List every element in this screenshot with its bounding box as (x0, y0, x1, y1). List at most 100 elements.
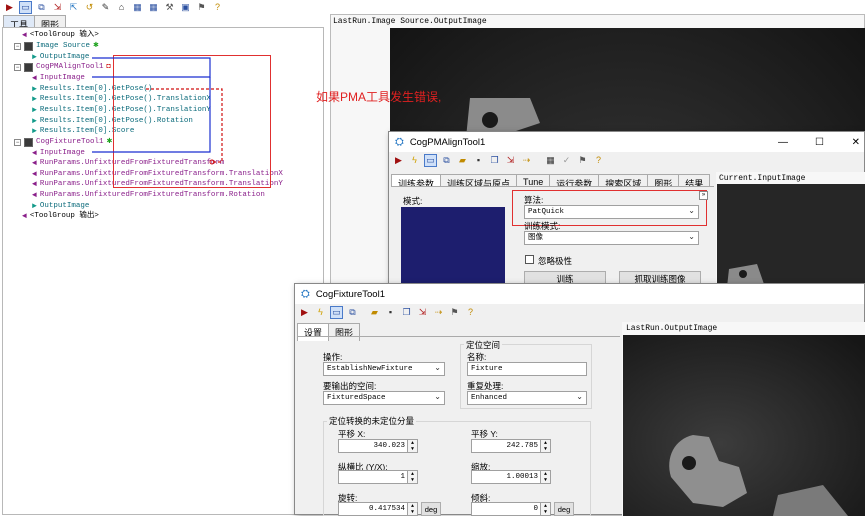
tree-item[interactable]: ◄ RunParams.UnfixturedFromFixturedTransfo… (32, 191, 265, 200)
error-highlight-box (113, 55, 271, 188)
grid-icon[interactable]: ▦ (131, 1, 144, 14)
save-icon[interactable]: ▪ (472, 154, 485, 167)
tools-icon[interactable]: ⚒ (163, 1, 176, 14)
spin-icon[interactable]: ▲ ▼ (407, 471, 417, 483)
tree-item[interactable]: ◄ InputImage (32, 149, 85, 158)
tree-item[interactable]: − Image Source ✱ (14, 42, 99, 51)
location-icon[interactable]: ⚑ (448, 306, 461, 319)
output-space-select[interactable]: FixturedSpace ⌄ (323, 391, 445, 405)
chevron-down-icon: ⌄ (576, 393, 583, 402)
scale-input[interactable]: 1.00013 ▲ ▼ (471, 470, 551, 484)
main-toolbar: ▶ ▭ ⧉ ⇲ ⇱ ↺ ✎ ⌂ ▦ ▦ ⚒ ▣ ⚑ ? (3, 1, 224, 14)
link-icon[interactable]: ⇢ (520, 154, 533, 167)
aspect-input[interactable]: 1 ▲ ▼ (338, 470, 418, 484)
fixture-window: ⛭ CogFixtureTool1 ▶ ϟ ▭ ⧉ ▰ ▪ ❐ ⇲ ⇢ ⚑ ? … (294, 283, 865, 516)
open-icon[interactable]: ▰ (368, 306, 381, 319)
check-icon[interactable]: ✓ (560, 154, 573, 167)
skew-unit-button[interactable]: deg (554, 502, 574, 516)
fixture-name-input[interactable]: Fixture (467, 362, 587, 376)
expand-icon[interactable]: − (14, 139, 21, 146)
output-arrow-icon: ► (32, 52, 37, 62)
edit-icon[interactable]: ⌂ (115, 1, 128, 14)
maximize-button[interactable]: ☐ (815, 137, 824, 148)
translation-y-input[interactable]: 242.785 ▲ ▼ (471, 439, 551, 453)
reset-icon[interactable]: ⇲ (416, 306, 429, 319)
tree-item[interactable]: ◄ <ToolGroup 输入> (22, 31, 99, 40)
spin-icon[interactable]: ▲ ▼ (540, 440, 550, 452)
input-arrow-icon: ◄ (22, 30, 27, 40)
status-ok-icon: ✱ (106, 138, 113, 146)
rotation-input[interactable]: 0.417534 ▲ ▼ (338, 502, 418, 516)
spin-icon[interactable]: ▲ ▼ (540, 471, 550, 483)
tree-item[interactable]: ► OutputImage (32, 53, 89, 62)
image-icon[interactable]: ▭ (424, 154, 437, 167)
help-icon[interactable]: ? (211, 1, 224, 14)
spin-icon[interactable]: ▲ ▼ (407, 503, 417, 515)
operation-select[interactable]: EstablishNewFixture ⌄ (323, 362, 445, 376)
fixture-toolbar: ▶ ϟ ▭ ⧉ ▰ ▪ ❐ ⇲ ⇢ ⚑ ? (298, 306, 477, 319)
fixture-output-image[interactable] (623, 335, 865, 516)
save-icon[interactable]: ▪ (384, 306, 397, 319)
image-icon[interactable]: ▭ (330, 306, 343, 319)
train-mode-value: 图像 (528, 234, 543, 242)
close-button[interactable]: ✕ (852, 137, 860, 148)
pma-image-title: Current.InputImage (719, 174, 806, 183)
tree-item[interactable]: ► OutputImage (32, 202, 89, 211)
copy-icon[interactable]: ❐ (488, 154, 501, 167)
fixture-image-title: LastRun.OutputImage (626, 324, 718, 333)
image-icon[interactable]: ▭ (19, 1, 32, 14)
spin-icon[interactable]: ▲ ▼ (407, 440, 417, 452)
pma-input-image[interactable] (717, 184, 865, 287)
skew-input[interactable]: 0 ▲ ▼ (471, 502, 551, 516)
tree-item-label: CogPMAlignTool1 (36, 63, 104, 71)
display-icon[interactable]: ⧉ (35, 1, 48, 14)
spin-icon[interactable]: ▲ ▼ (540, 503, 550, 515)
location-icon[interactable]: ⚑ (195, 1, 208, 14)
output-arrow-icon: ► (32, 116, 37, 126)
electric-icon[interactable]: ϟ (408, 154, 421, 167)
grid2-icon[interactable]: ▦ (147, 1, 160, 14)
run-icon[interactable]: ▶ (3, 1, 16, 14)
collapse-panel-icon[interactable]: » (699, 191, 708, 200)
image2-icon[interactable]: ▣ (179, 1, 192, 14)
input-arrow-icon: ◄ (22, 211, 27, 221)
minimize-button[interactable]: — (778, 137, 788, 148)
chevron-down-icon: ⌄ (434, 364, 441, 373)
run-icon[interactable]: ▶ (298, 306, 311, 319)
rotation-value: 0.417534 (368, 505, 405, 513)
reset-icon[interactable]: ⇲ (504, 154, 517, 167)
import-icon[interactable]: ⇲ (51, 1, 64, 14)
help-icon[interactable]: ? (464, 306, 477, 319)
tree-item[interactable]: ◄ InputImage (32, 74, 85, 83)
output-arrow-icon: ► (32, 126, 37, 136)
grid-icon[interactable]: ▦ (544, 154, 557, 167)
electric-icon[interactable]: ϟ (314, 306, 327, 319)
input-arrow-icon: ◄ (32, 190, 37, 200)
resample-select[interactable]: Enhanced ⌄ (467, 391, 587, 405)
tree-item[interactable]: − CogFixtureTool1 ✱ (14, 138, 112, 147)
output-arrow-icon: ► (32, 105, 37, 115)
reset-icon[interactable]: ↺ (83, 1, 96, 14)
operation-value: EstablishNewFixture (327, 365, 413, 373)
tree-item[interactable]: − CogPMAlignTool1 ◘ (14, 63, 111, 72)
tree-item-label: CogFixtureTool1 (36, 138, 104, 146)
ignore-polarity-checkbox[interactable] (525, 255, 534, 264)
rotation-unit-button[interactable]: deg (421, 502, 441, 516)
run-icon[interactable]: ▶ (392, 154, 405, 167)
display-icon[interactable]: ⧉ (440, 154, 453, 167)
tree-item[interactable]: ◄ <ToolGroup 输出> (22, 212, 99, 221)
link-icon[interactable]: ✎ (99, 1, 112, 14)
copy-icon[interactable]: ❐ (400, 306, 413, 319)
open-icon[interactable]: ▰ (456, 154, 469, 167)
location-icon[interactable]: ⚑ (576, 154, 589, 167)
help-icon[interactable]: ? (592, 154, 605, 167)
expand-icon[interactable]: − (14, 43, 21, 50)
tool-icon (24, 42, 33, 51)
train-mode-select[interactable]: 图像 ⌄ (524, 231, 699, 245)
pma-toolbar: ▶ ϟ ▭ ⧉ ▰ ▪ ❐ ⇲ ⇢ ▦ ✓ ⚑ ? (392, 154, 605, 167)
display-icon[interactable]: ⧉ (346, 306, 359, 319)
link-icon[interactable]: ⇢ (432, 306, 445, 319)
translation-x-input[interactable]: 340.023 ▲ ▼ (338, 439, 418, 453)
export-icon[interactable]: ⇱ (67, 1, 80, 14)
expand-icon[interactable]: − (14, 64, 21, 71)
